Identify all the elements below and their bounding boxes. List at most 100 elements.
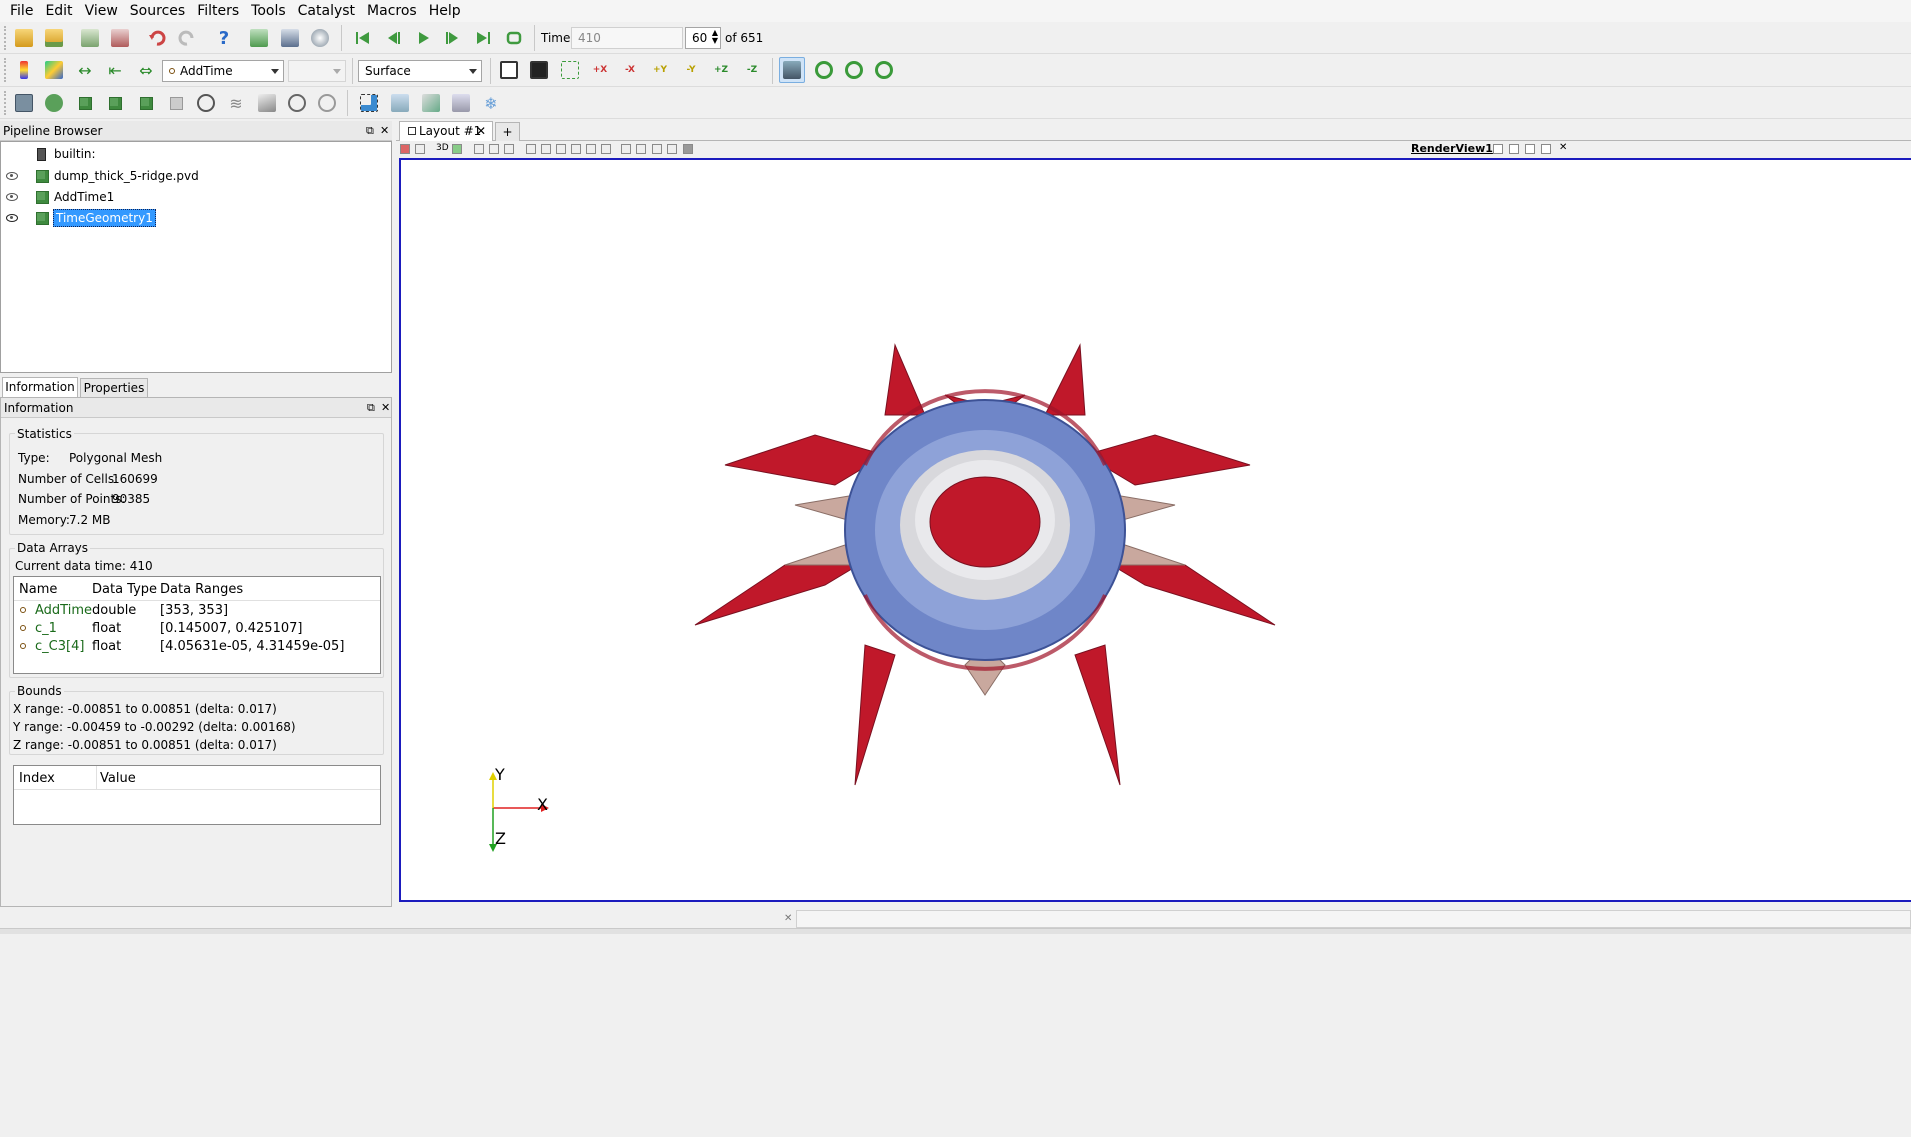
view-plus-z-icon[interactable]: +Z	[708, 57, 734, 83]
rotate-90-icon[interactable]	[811, 57, 837, 83]
select-block-icon[interactable]	[526, 144, 536, 154]
show-orientation-axes-icon[interactable]	[779, 57, 805, 83]
spreadsheet-icon[interactable]	[387, 90, 413, 116]
toolbar-grip[interactable]	[4, 58, 8, 82]
representation-combo[interactable]: Surface	[358, 60, 482, 82]
menu-edit[interactable]: Edit	[39, 0, 78, 22]
contour-icon[interactable]	[41, 90, 67, 116]
restore-icon[interactable]	[1541, 144, 1551, 154]
color-legend-icon[interactable]	[41, 57, 67, 83]
tree-item-builtin[interactable]: builtin:	[1, 144, 391, 164]
previous-frame-icon[interactable]	[380, 25, 406, 51]
clear-selection-icon[interactable]	[601, 144, 611, 154]
reset-camera-icon[interactable]	[496, 57, 522, 83]
python-shell-icon[interactable]	[307, 25, 333, 51]
copy-icon[interactable]	[415, 144, 425, 154]
menu-macros[interactable]: Macros	[361, 0, 423, 22]
float-panel-icon[interactable]: ⧉	[367, 401, 375, 415]
menu-catalyst[interactable]: Catalyst	[292, 0, 361, 22]
group-datasets-icon[interactable]	[284, 90, 310, 116]
warp-by-vector-icon[interactable]	[254, 90, 280, 116]
menu-file[interactable]: File	[4, 0, 39, 22]
view-plus-x-icon[interactable]: +X	[587, 57, 613, 83]
table-row[interactable]: c_1	[20, 621, 57, 636]
close-icon[interactable]: ✕	[784, 913, 792, 924]
menu-tools[interactable]: Tools	[245, 0, 292, 22]
hover-points-icon[interactable]	[636, 144, 646, 154]
glyph-icon[interactable]	[193, 90, 219, 116]
toolbar-grip[interactable]	[4, 91, 8, 115]
hover-cells-icon[interactable]	[652, 144, 662, 154]
threshold-icon[interactable]	[133, 90, 159, 116]
load-state-icon[interactable]	[77, 25, 103, 51]
close-icon[interactable]: ✕	[476, 122, 486, 141]
maximize-icon[interactable]	[1525, 144, 1535, 154]
tree-item-addtime[interactable]: AddTime1	[1, 187, 391, 207]
view-plus-y-icon[interactable]: +Y	[647, 57, 673, 83]
grow-selection-icon[interactable]	[571, 144, 581, 154]
rotate-minus-90-icon[interactable]	[841, 57, 867, 83]
tab-information[interactable]: Information	[2, 377, 78, 397]
eye-icon[interactable]	[6, 214, 18, 222]
render-view-name[interactable]: RenderView1	[1411, 142, 1493, 155]
open-file-icon[interactable]	[11, 25, 37, 51]
time-step-spinbox[interactable]: 60 ▲ ▼	[685, 27, 721, 49]
interactive-select-icon[interactable]	[541, 144, 551, 154]
histogram-icon[interactable]	[448, 90, 474, 116]
column-header-ranges[interactable]: Data Ranges	[160, 582, 243, 597]
tree-item-pvd-file[interactable]: dump_thick_5-ridge.pvd	[1, 166, 391, 186]
close-icon[interactable]: ✕	[381, 401, 390, 415]
component-combo[interactable]	[288, 60, 346, 82]
float-panel-icon[interactable]: ⧉	[366, 124, 374, 138]
disconnect-icon[interactable]	[277, 25, 303, 51]
active-source-combo[interactable]: AddTime	[162, 60, 284, 82]
find-data-icon[interactable]	[356, 90, 382, 116]
view-minus-y-icon[interactable]: -Y	[678, 57, 704, 83]
clip-icon[interactable]	[72, 90, 98, 116]
view-mode-toggle[interactable]: 3D	[436, 143, 449, 153]
trash-icon[interactable]	[683, 144, 693, 154]
capture-icon[interactable]	[452, 144, 462, 154]
table-row[interactable]: AddTime	[20, 603, 92, 618]
snowflake-icon[interactable]: ❄	[478, 90, 504, 116]
column-header-value[interactable]: Value	[100, 771, 136, 786]
slice-icon[interactable]	[102, 90, 128, 116]
play-icon[interactable]	[410, 25, 436, 51]
zoom-to-box-icon[interactable]	[557, 57, 583, 83]
rescale-visible-icon[interactable]: ⇔	[133, 57, 159, 83]
menu-filters[interactable]: Filters	[191, 0, 245, 22]
menu-help[interactable]: Help	[423, 0, 467, 22]
color-map-editor-icon[interactable]	[11, 57, 37, 83]
toolbar-grip[interactable]	[4, 26, 8, 50]
save-state-icon[interactable]	[107, 25, 133, 51]
help-icon[interactable]: ?	[211, 25, 237, 51]
spin-arrows-icon[interactable]: ▲ ▼	[712, 29, 718, 45]
extract-level-icon[interactable]	[314, 90, 340, 116]
hover-help-icon[interactable]	[667, 144, 677, 154]
calculator-icon[interactable]	[11, 90, 37, 116]
eye-icon[interactable]	[6, 172, 18, 180]
select-cells-icon[interactable]	[474, 144, 484, 154]
split-selection-icon[interactable]	[400, 144, 410, 154]
select-polygon-icon[interactable]	[556, 144, 566, 154]
tab-layout-1[interactable]: Layout #1 ✕	[399, 121, 493, 141]
plot-data-icon[interactable]	[418, 90, 444, 116]
column-header-type[interactable]: Data Type	[92, 582, 157, 597]
split-horizontal-icon[interactable]	[1493, 144, 1503, 154]
add-layout-button[interactable]: +	[495, 122, 520, 142]
close-icon[interactable]: ✕	[1559, 142, 1567, 153]
time-value-field[interactable]: 410	[571, 27, 683, 49]
menu-sources[interactable]: Sources	[124, 0, 191, 22]
shrink-selection-icon[interactable]	[586, 144, 596, 154]
rescale-range-icon[interactable]: ↔	[72, 57, 98, 83]
select-frustum-icon[interactable]	[504, 144, 514, 154]
extract-subset-icon[interactable]	[163, 90, 189, 116]
tab-properties[interactable]: Properties	[80, 378, 148, 398]
zoom-to-data-icon[interactable]	[526, 57, 552, 83]
pick-center-icon[interactable]	[621, 144, 631, 154]
column-header-index[interactable]: Index	[19, 771, 55, 786]
stream-tracer-icon[interactable]: ≋	[223, 90, 249, 116]
split-vertical-icon[interactable]	[1509, 144, 1519, 154]
select-points-icon[interactable]	[489, 144, 499, 154]
eye-icon[interactable]	[6, 193, 18, 201]
